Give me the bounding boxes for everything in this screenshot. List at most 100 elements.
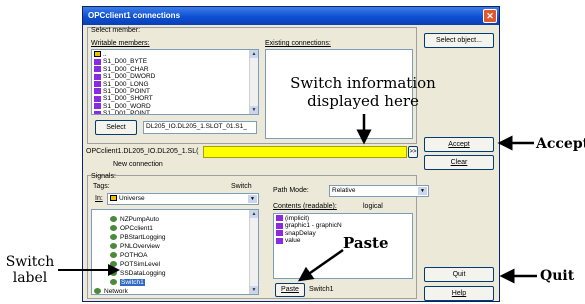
member-item[interactable]: S1_D00_BYTE [92,58,258,65]
connection-path-text: OPCclient1.DL205_IO.DL205_1.SL( [86,148,199,155]
member-item-label: .. [103,51,107,58]
tree-item-label: Network [104,288,128,295]
property-icon [276,237,283,244]
tree-scrollbar[interactable]: ▲ ▼ [249,210,258,294]
members-scrollbar[interactable]: ▲ ▼ [249,50,258,114]
browse-button[interactable]: >> [408,146,418,158]
tree-scroll-up-arrow[interactable]: ▲ [250,210,258,218]
path-mode-label: Path Mode: [273,187,309,194]
switch-info-highlight [203,146,407,158]
tree-item[interactable]: Switch1 [110,279,145,286]
member-item[interactable]: S1_D00_DWORD [92,73,258,80]
quit-button[interactable]: Quit [424,267,494,282]
annotation-accept: Accept [536,136,585,152]
tree-item-label: OPCclient1 [120,225,153,232]
member-item-label: S1_D00_POINT [103,88,150,96]
object-icon [110,225,117,232]
network-icon [94,288,101,294]
connection-status: New connection [113,161,163,168]
tag-icon [94,66,101,73]
property-icon [276,230,283,237]
tree-item[interactable]: POTSimLevel [110,261,160,268]
tag-icon [94,103,101,110]
tree-item-label: SSDataLogging [120,270,166,277]
tag-icon [94,73,101,80]
select-path-field[interactable]: DL205_IO.DL205_1.SLOT_01.S1_ [143,121,257,134]
member-item[interactable]: S1_D00_POINT [92,88,258,95]
clear-button[interactable]: Clear [424,155,494,170]
writable-members-list[interactable]: .. S1_D00_BYTE S1_D00_CHAR S1_D00_DWORD S1_D… [91,49,259,115]
object-icon [110,270,117,277]
tree-item-label: POTSimLevel [120,261,161,268]
select-object-button[interactable]: Select object... [424,33,494,48]
close-button[interactable]: ✕ [483,9,497,23]
contents-item-label: value [285,237,301,245]
title-bar[interactable]: OPCclient1 connections ✕ [83,7,499,25]
member-item[interactable]: S1_D01_POINT [92,110,258,115]
tree-item-label: Switch1 [120,279,145,286]
member-item-label: S1_D00_DWORD [103,73,156,81]
member-item-label: S1_D00_SHORT [103,95,153,103]
tree-item[interactable]: OPCclient1 [110,225,153,232]
tree-item[interactable]: PNLOverview [110,243,160,250]
existing-connections-label: Existing connections: [265,40,331,47]
scroll-up-arrow[interactable]: ▲ [250,50,258,58]
tag-icon [94,110,101,114]
connections-dialog: OPCclient1 connections ✕ Select member: … [82,6,500,302]
member-item[interactable]: S1_D00_WORD [92,103,258,110]
object-icon [110,252,117,259]
path-mode-value: Relative [332,187,356,194]
signals-label: Signals: [91,173,116,180]
member-item[interactable]: S1_D00_SHORT [92,95,258,102]
tree-item[interactable]: POTHOA [110,252,147,259]
tree-item[interactable]: SSDataLogging [110,270,166,277]
contents-item[interactable]: (implicit) [274,215,412,222]
in-dropdown-value: Universe [119,195,145,202]
path-mode-dropdown[interactable]: Relative ▼ [329,185,429,197]
object-icon [110,216,117,223]
member-item-label: S1_D00_LONG [103,80,149,88]
tags-tree[interactable]: NZPumpAuto OPCclient1 PBStartLogging PNLOve… [91,209,259,295]
contents-item-label: (implicit) [285,215,310,222]
tag-icon [94,88,101,95]
tree-item-label: POTHOA [120,252,148,259]
tags-switch-label: Switch [231,183,252,190]
member-item-label: S1_D01_POINT [103,110,150,115]
object-icon [110,261,117,268]
member-item[interactable]: S1_D00_LONG [92,81,258,88]
in-dropdown[interactable]: Universe ▼ [107,193,259,205]
property-icon [276,222,283,229]
member-item-label: S1_D00_BYTE [103,58,148,66]
tree-scroll-down-arrow[interactable]: ▼ [250,286,258,294]
accept-button[interactable]: Accept [424,137,494,152]
chevron-down-icon[interactable]: ▼ [248,195,257,203]
paste-button[interactable]: Paste [275,283,305,297]
annotation-switch-info: Switch information displayed here [283,74,443,110]
tag-icon [94,95,101,102]
tree-item[interactable]: PBStartLogging [110,234,166,241]
universe-icon [110,195,117,202]
property-icon [276,215,283,222]
tag-icon [94,80,101,87]
window-title: OPCclient1 connections [88,11,181,20]
path-mode-chevron-icon[interactable]: ▼ [418,187,427,195]
tree-item-label: NZPumpAuto [120,216,160,223]
in-label: In: [95,195,103,202]
member-item[interactable]: S1_D00_CHAR [92,66,258,73]
tree-item[interactable]: NZPumpAuto [110,216,159,223]
writable-members-label: Writable members: [91,40,150,47]
tree-item[interactable]: Network [94,288,128,295]
member-item[interactable]: .. [92,51,258,58]
contents-item[interactable]: graphic1 - graphicN [274,222,412,229]
tree-item-label: PBStartLogging [120,234,166,241]
contents-item-label: snapDelay [285,229,316,237]
scroll-down-arrow[interactable]: ▼ [250,106,258,114]
object-icon [110,279,117,286]
select-button[interactable]: Select [95,120,137,135]
help-button[interactable]: Help [424,286,494,301]
annotation-quit: Quit [540,268,575,284]
object-icon [110,243,117,250]
select-member-label: Select member: [91,27,141,34]
member-item-label: S1_D00_WORD [103,102,151,110]
annotation-paste: Paste [343,234,389,252]
